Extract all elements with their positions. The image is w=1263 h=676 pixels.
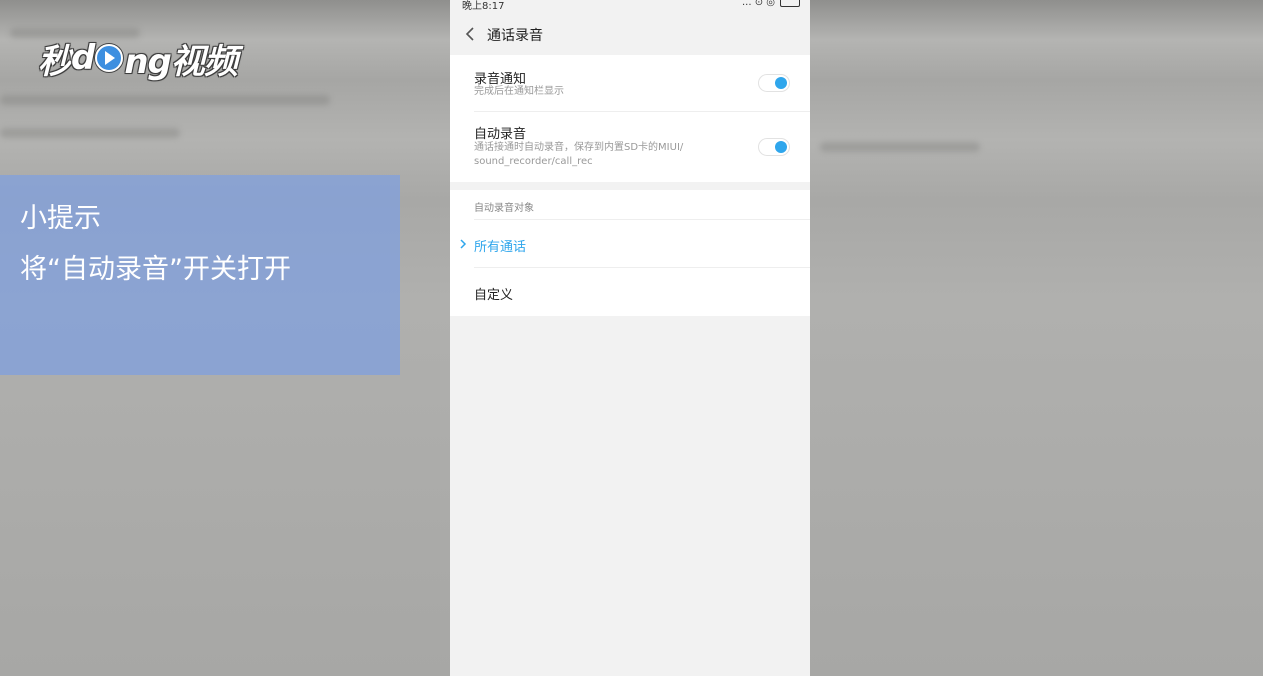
record-notify-toggle[interactable] <box>758 74 790 92</box>
status-time: 晚上8:17 <box>462 1 505 10</box>
auto-record-row[interactable]: 自动录音 通话接通时自动录音，保存到内置SD卡的MIUI/ sound_reco… <box>450 112 810 182</box>
option-label: 自定义 <box>474 288 514 303</box>
page-title: 通话录音 <box>487 28 543 44</box>
auto-record-toggle[interactable] <box>758 138 790 156</box>
status-bar: 晚上8:17 ... ⊙ ◎ <box>450 0 810 10</box>
toggle-knob <box>775 141 787 153</box>
record-notify-subtitle: 完成后在通知栏显示 <box>474 86 564 97</box>
record-notify-row[interactable]: 录音通知 完成后在通知栏显示 <box>450 55 810 111</box>
section-label: 自动录音对象 <box>474 203 534 214</box>
auto-record-title: 自动录音 <box>474 127 527 142</box>
status-icon-text: ... ⊙ ◎ <box>742 0 775 8</box>
logo-text: 秒 <box>38 41 72 82</box>
logo-text: ng视频 <box>124 41 238 82</box>
watermark-logo: 秒 d ng视频 <box>38 36 238 82</box>
toggle-settings-card: 录音通知 完成后在通知栏显示 自动录音 通话接通时自动录音，保存到内置SD卡的M… <box>450 55 810 182</box>
auto-record-target-card: 自动录音对象 所有通话 自定义 <box>450 190 810 316</box>
background-blur-line <box>820 142 980 152</box>
tip-title: 小提示 <box>20 203 101 234</box>
play-icon <box>95 44 124 72</box>
background-blur-line <box>0 128 180 138</box>
tip-text: 将“自动录音”开关打开 <box>20 254 291 285</box>
option-label: 所有通话 <box>474 240 527 255</box>
auto-record-subtitle: 通话接通时自动录音，保存到内置SD卡的MIUI/ sound_recorder/… <box>474 142 684 167</box>
option-custom[interactable]: 自定义 <box>450 268 810 316</box>
battery-icon <box>780 0 800 7</box>
status-icons: ... ⊙ ◎ <box>742 0 800 8</box>
option-all-calls[interactable]: 所有通话 <box>450 220 810 267</box>
selected-chevron-icon <box>460 239 467 249</box>
logo-text: d <box>71 38 95 78</box>
background-blur-line <box>0 95 330 105</box>
toggle-knob <box>775 77 787 89</box>
phone-screen: 晚上8:17 ... ⊙ ◎ 通话录音 录音通知 完成后在通知栏显示 自动录音 … <box>450 0 810 676</box>
chevron-left-icon[interactable] <box>464 26 476 42</box>
page-header: 通话录音 <box>450 14 810 54</box>
